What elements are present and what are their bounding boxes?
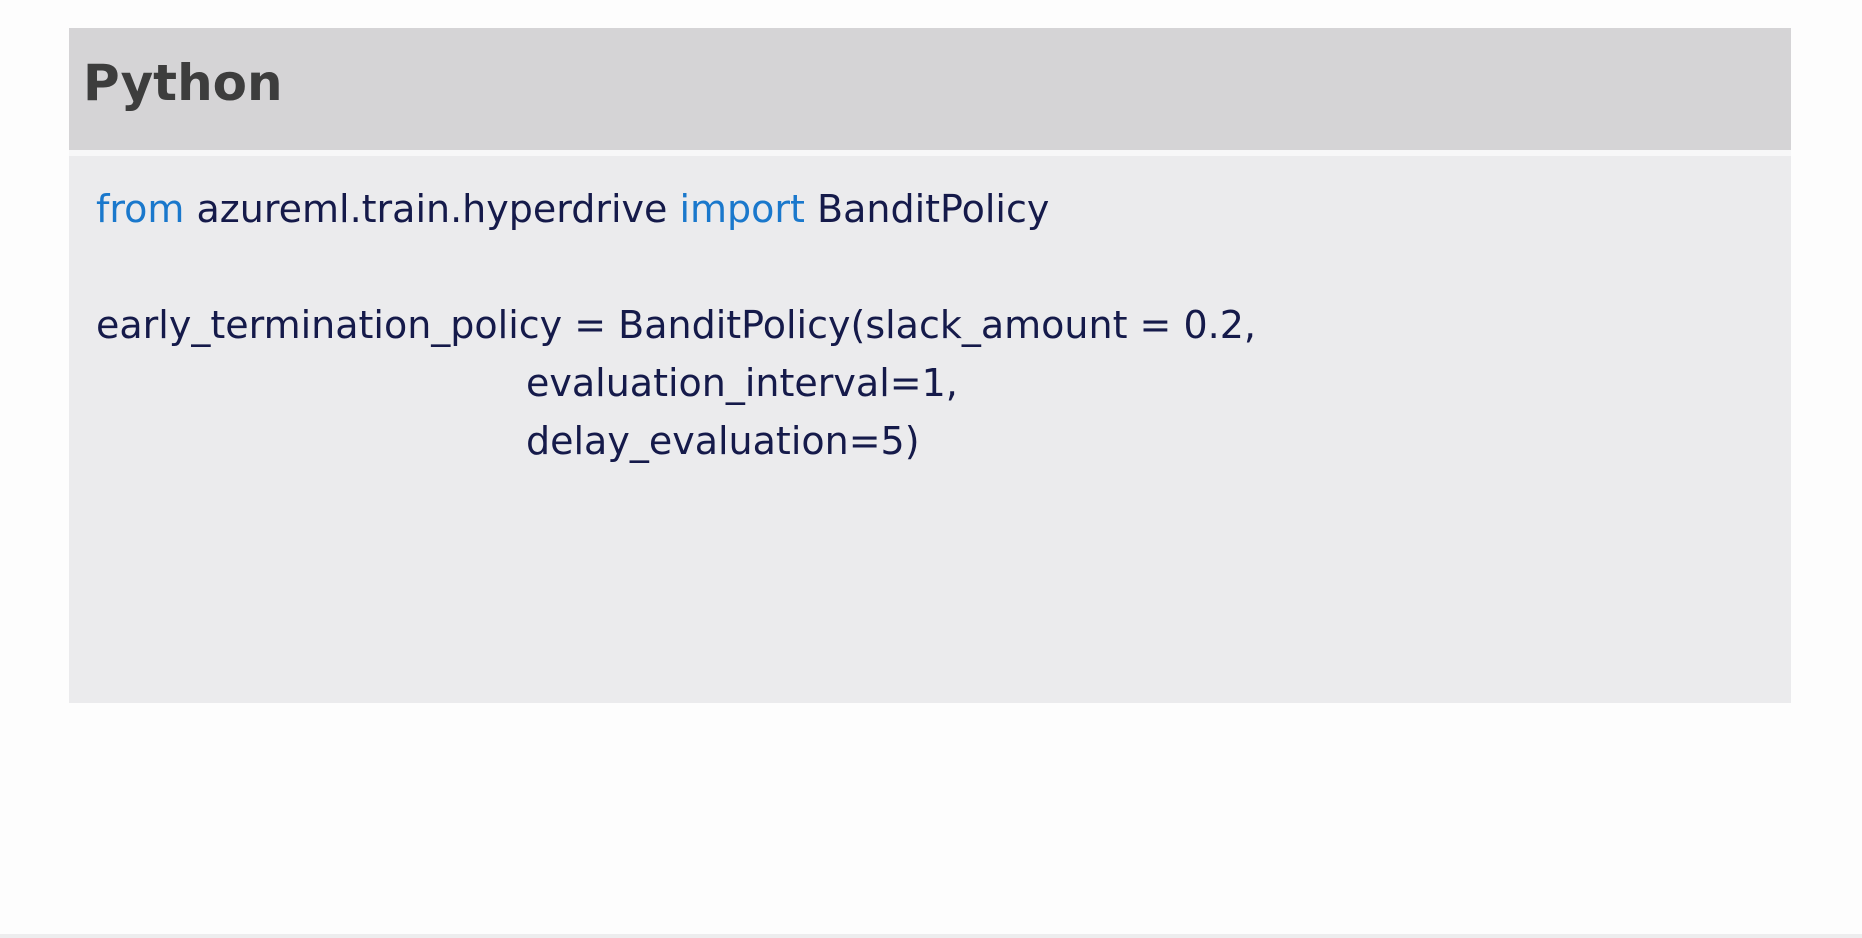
- code-line-import: from azureml.train.hyperdrive import Ban…: [96, 180, 1256, 238]
- code-line-assignment: early_termination_policy = BanditPolicy(…: [96, 303, 1256, 347]
- language-title: Python: [83, 54, 283, 112]
- bottom-divider: [0, 934, 1862, 938]
- module-path: azureml.train.hyperdrive: [184, 187, 680, 231]
- code-line-evaluation-interval: evaluation_interval=1,: [526, 361, 958, 405]
- code-line-delay-evaluation: delay_evaluation=5): [526, 419, 920, 463]
- code-block: from azureml.train.hyperdrive import Ban…: [96, 180, 1256, 470]
- card-header: Python: [69, 28, 1791, 150]
- keyword-from: from: [96, 187, 185, 231]
- code-panel: from azureml.train.hyperdrive import Ban…: [69, 156, 1791, 703]
- code-card: Python from azureml.train.hyperdrive imp…: [69, 28, 1791, 703]
- imported-name: BanditPolicy: [804, 187, 1050, 231]
- keyword-import: import: [679, 187, 805, 231]
